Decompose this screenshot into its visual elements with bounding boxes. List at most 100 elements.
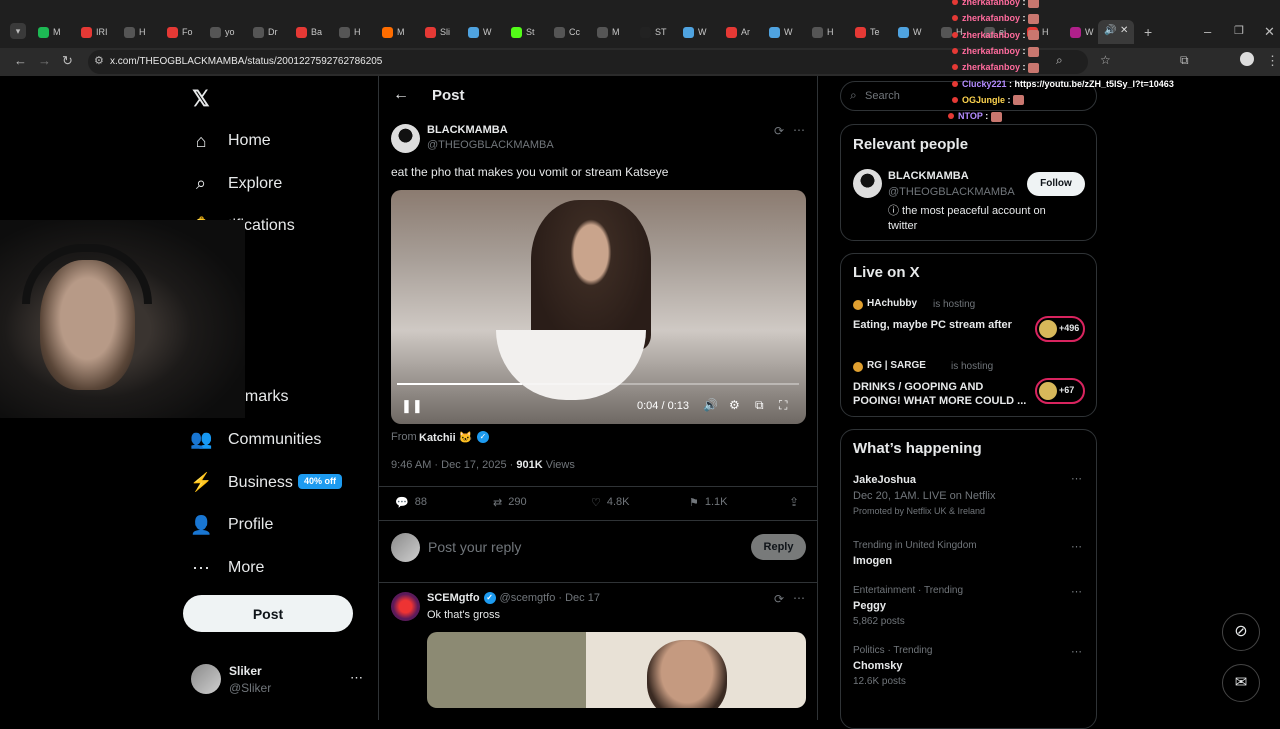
listener-avatar xyxy=(1039,382,1057,400)
bookmark-action[interactable]: ⚑ 1.1K xyxy=(689,496,728,509)
browser-tab[interactable]: yo xyxy=(210,22,235,42)
grok-icon[interactable]: ⟳ xyxy=(774,124,784,138)
site-info-icon[interactable]: ⚙ xyxy=(94,54,104,67)
listener-count: +67 xyxy=(1059,385,1075,395)
close-window-icon[interactable]: ✕ xyxy=(1264,24,1275,40)
tab-search-icon[interactable]: ▾ xyxy=(10,23,26,39)
browser-tab[interactable]: Ba xyxy=(296,22,322,42)
browser-tab[interactable]: Te xyxy=(855,22,880,42)
chat-message: zherkafanboy : xyxy=(952,62,1040,73)
browser-tab[interactable]: W xyxy=(468,22,492,42)
sidebar-item-0[interactable]: ⌂ Home xyxy=(190,123,271,159)
tab-favicon-icon xyxy=(38,26,49,38)
sidebar-item-7[interactable]: 👥 Communities xyxy=(190,422,321,458)
grok-icon[interactable]: ⟳ xyxy=(774,592,784,606)
browser-tab[interactable]: IRI xyxy=(81,22,108,42)
reply-button[interactable]: Reply xyxy=(751,534,806,560)
repost-action[interactable]: ⇄ 290 xyxy=(493,496,527,509)
pause-icon[interactable]: ❚❚ xyxy=(401,398,423,414)
grok-float-icon[interactable]: ⊘ xyxy=(1222,613,1260,651)
browser-tab[interactable]: H xyxy=(339,22,361,42)
pip-icon[interactable]: ⧉ xyxy=(755,398,764,413)
sidebar-item-8[interactable]: ⚡ Business xyxy=(190,465,293,501)
live-item[interactable]: RG | SARGE is hosting DRINKS / GOOPING AND… xyxy=(841,360,1096,418)
reply-author-avatar[interactable] xyxy=(391,592,420,621)
fullscreen-icon[interactable]: ⛶ xyxy=(779,398,787,413)
reply-image[interactable] xyxy=(427,632,806,708)
from-name[interactable]: Katchii 🐱 xyxy=(419,431,472,444)
extensions-icon[interactable]: ⧉ xyxy=(1180,53,1189,68)
browser-tab[interactable]: ST xyxy=(640,22,667,42)
post-video[interactable]: ❚❚ 0:04 / 0:13 🔊 ⚙ ⧉ ⛶ xyxy=(391,190,806,424)
sidebar-item-10[interactable]: ⋯ More xyxy=(190,550,264,586)
browser-tab[interactable]: Fo xyxy=(167,22,193,42)
like-action[interactable]: ♡ 4.8K xyxy=(591,496,630,509)
relevant-avatar[interactable] xyxy=(853,169,882,198)
browser-tab[interactable]: Dr xyxy=(253,22,278,42)
browser-tab[interactable]: W xyxy=(1070,22,1094,42)
listeners-pill[interactable]: +67 xyxy=(1035,378,1085,404)
zoom-icon[interactable]: ⌕ xyxy=(1056,53,1063,68)
tab-favicon-icon xyxy=(296,26,307,38)
settings-gear-icon[interactable]: ⚙ xyxy=(729,398,740,412)
trend-more-icon[interactable]: ⋯ xyxy=(1071,585,1082,598)
browser-tab[interactable]: M xyxy=(597,22,620,42)
new-tab-icon[interactable]: + xyxy=(1144,24,1152,40)
browser-tab[interactable]: Sli xyxy=(425,22,450,42)
person-icon: 👤 xyxy=(190,514,213,535)
profile-avatar-icon[interactable] xyxy=(1240,52,1254,66)
reply-input[interactable]: Post your reply xyxy=(428,539,521,555)
reply-action[interactable]: 💬 88 xyxy=(395,496,427,509)
bookmark-star-icon[interactable]: ☆ xyxy=(1100,53,1111,67)
back-nav-icon[interactable]: ← xyxy=(14,53,27,68)
browser-tab[interactable]: H xyxy=(124,22,146,42)
search-input[interactable]: Search xyxy=(865,90,900,102)
browser-menu-icon[interactable]: ⋮ xyxy=(1266,53,1279,69)
sidebar-item-9[interactable]: 👤 Profile xyxy=(190,507,273,543)
follow-button[interactable]: Follow xyxy=(1027,172,1085,196)
account-avatar[interactable] xyxy=(191,664,221,694)
reply-more-icon[interactable]: ⋯ xyxy=(793,591,805,605)
post-column: ← Post BLACKMAMBA @THEOGBLACKMAMBA ⟳ ⋯ e… xyxy=(378,76,818,720)
browser-tab[interactable]: H xyxy=(812,22,834,42)
minimize-icon[interactable]: – xyxy=(1204,24,1211,39)
author-avatar[interactable] xyxy=(391,124,420,153)
audio-playing-icon[interactable]: 🔊 xyxy=(1104,25,1116,36)
divider xyxy=(379,486,817,487)
browser-tab[interactable]: Cc xyxy=(554,22,580,42)
reply-author[interactable]: SCEMgtfo xyxy=(427,592,480,604)
trend-more-icon[interactable]: ⋯ xyxy=(1071,472,1082,485)
x-logo[interactable]: 𝕏 xyxy=(192,86,210,112)
volume-icon[interactable]: 🔊 xyxy=(703,398,718,412)
share-icon[interactable]: ⇪ xyxy=(789,495,799,509)
url-field[interactable]: ⚙ x.com/THEOGBLACKMAMBA/status/200122759… xyxy=(88,50,1088,74)
listeners-pill[interactable]: +496 xyxy=(1035,316,1085,342)
messages-float-icon[interactable]: ✉ xyxy=(1222,664,1260,702)
post-button[interactable]: Post xyxy=(183,595,353,632)
post-more-icon[interactable]: ⋯ xyxy=(793,123,805,137)
browser-tab[interactable]: W xyxy=(898,22,922,42)
restore-icon[interactable]: ❐ xyxy=(1234,24,1244,37)
relevant-name[interactable]: BLACKMAMBA xyxy=(888,170,969,182)
trend-more-icon[interactable]: ⋯ xyxy=(1071,540,1082,553)
author-handle[interactable]: @THEOGBLACKMAMBA xyxy=(427,139,554,151)
video-progress-track[interactable] xyxy=(397,383,799,385)
browser-tab[interactable]: M xyxy=(382,22,405,42)
forward-nav-icon[interactable]: → xyxy=(38,53,51,68)
live-item[interactable]: HAchubby is hosting Eating, maybe PC strea… xyxy=(841,298,1096,356)
trend-more-icon[interactable]: ⋯ xyxy=(1071,645,1082,658)
back-arrow-icon[interactable]: ← xyxy=(393,86,409,104)
trend-title: JakeJoshua xyxy=(853,474,916,486)
sidebar-item-1[interactable]: ⌕ Explore xyxy=(190,166,282,202)
browser-tab[interactable]: St xyxy=(511,22,535,42)
tab-close-icon[interactable]: ✕ xyxy=(1120,25,1128,36)
views-count: 901K xyxy=(516,459,543,471)
browser-tab[interactable]: W xyxy=(769,22,793,42)
author-name[interactable]: BLACKMAMBA xyxy=(427,124,508,136)
chat-emote-icon xyxy=(990,111,1002,122)
browser-tab[interactable]: Ar xyxy=(726,22,750,42)
browser-tab[interactable]: W xyxy=(683,22,707,42)
browser-tab[interactable]: M xyxy=(38,22,61,42)
reload-icon[interactable]: ↻ xyxy=(62,53,73,69)
account-more-icon[interactable]: ⋯ xyxy=(350,670,363,686)
